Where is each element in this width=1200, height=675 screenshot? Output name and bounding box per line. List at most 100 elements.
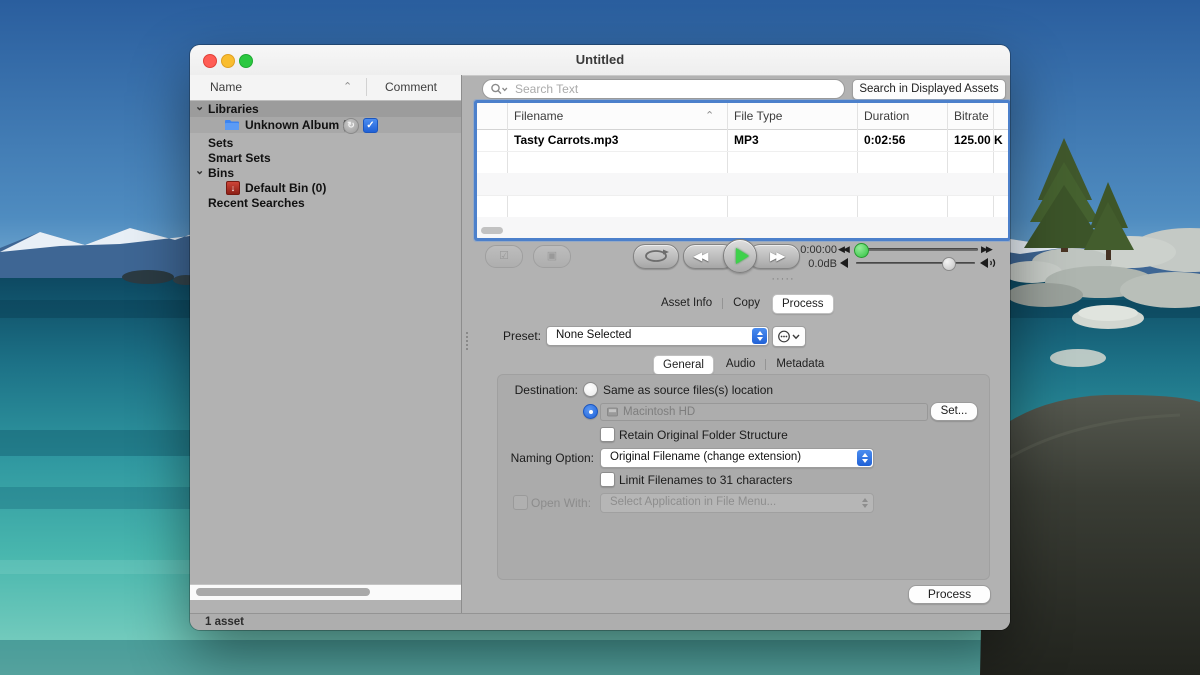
col-filename[interactable]: Filename: [514, 103, 563, 129]
checkbox-label[interactable]: Retain Original Folder Structure: [619, 428, 788, 442]
open-with-label: Open With:: [531, 496, 591, 510]
sidebar-item-recent-searches[interactable]: Recent Searches: [190, 195, 461, 211]
sidebar-item-label: Smart Sets: [208, 150, 271, 166]
naming-option-dropdown[interactable]: Original Filename (change extension): [600, 448, 874, 468]
col-duration[interactable]: Duration: [864, 103, 909, 129]
cell-filename: Tasty Carrots.mp3: [514, 129, 618, 151]
naming-option-label: Naming Option:: [490, 451, 594, 465]
divider-drag-handle[interactable]: [466, 332, 468, 334]
folder-icon: [225, 119, 239, 130]
sidebar-item-unknown-album[interactable]: Unknown Album (1) ↻ ✓: [190, 117, 461, 133]
scrollbar-thumb[interactable]: [196, 588, 370, 596]
main-tab-bar: Asset Info Copy Process: [652, 294, 834, 314]
tab-copy[interactable]: Copy: [724, 294, 769, 312]
column-comment[interactable]: Comment: [385, 80, 437, 94]
destination-custom-radio[interactable]: [583, 404, 598, 419]
sidebar-column-header[interactable]: Name ⌃ Comment: [190, 75, 461, 101]
radio-label[interactable]: Same as source files(s) location: [603, 383, 773, 397]
button-label: Set...: [941, 405, 968, 417]
disk-icon: [607, 407, 618, 417]
title-bar[interactable]: Untitled: [190, 45, 1010, 76]
sidebar-item-smart-sets[interactable]: Smart Sets: [190, 150, 461, 166]
table-header[interactable]: Filename ⌃ File Type Duration Bitrate: [477, 103, 1008, 130]
open-with-dropdown[interactable]: Select Application in File Menu...: [600, 493, 874, 513]
table-row-empty[interactable]: [477, 173, 1008, 196]
desktop: Untitled Name ⌃ Comment ⌄ Libraries Unkn…: [0, 0, 1200, 675]
chevron-down-icon[interactable]: ⌄: [195, 99, 204, 115]
search-field[interactable]: [482, 79, 845, 99]
search-displayed-assets-button[interactable]: Search in Displayed Assets: [852, 79, 1006, 100]
volume-slider-track[interactable]: [856, 262, 975, 264]
sidebar-item-libraries[interactable]: ⌄ Libraries: [190, 101, 461, 117]
sidebar-horizontal-scrollbar[interactable]: [190, 584, 461, 600]
skip-back-icon[interactable]: ◀◀: [838, 244, 848, 255]
set-button[interactable]: Set...: [930, 402, 978, 421]
sidebar: Name ⌃ Comment ⌄ Libraries Unknown Album…: [190, 75, 461, 614]
ellipsis-circle-icon: [777, 330, 801, 343]
table-row-empty[interactable]: [477, 195, 1008, 218]
play-icon: [736, 248, 749, 264]
tab-audio[interactable]: Audio: [717, 355, 764, 373]
status-bar: 1 asset: [190, 613, 1010, 630]
destination-path-field[interactable]: Macintosh HD: [600, 403, 928, 421]
table-row[interactable]: Tasty Carrots.mp3 MP3 0:02:56 125.00 K: [477, 129, 1008, 152]
sync-icon[interactable]: ↻: [343, 118, 359, 134]
skip-forward-icon[interactable]: ▶▶: [981, 244, 991, 255]
volume-slider-knob[interactable]: [942, 257, 956, 271]
open-with-checkbox[interactable]: [513, 495, 528, 510]
sidebar-item-default-bin[interactable]: ↓ Default Bin (0): [190, 180, 461, 196]
button-label: Search in Displayed Assets: [859, 83, 998, 95]
open-with-value: Select Application in File Menu...: [610, 494, 853, 511]
pane-divider[interactable]: [461, 75, 462, 614]
limit-filenames-checkbox[interactable]: [600, 472, 615, 487]
sort-asc-icon[interactable]: ⌃: [343, 80, 352, 93]
preset-dropdown[interactable]: None Selected: [546, 326, 769, 346]
chevron-down-icon[interactable]: ⌄: [195, 163, 204, 179]
table-horizontal-scrollbar-thumb[interactable]: [481, 227, 503, 234]
cell-duration: 0:02:56: [864, 129, 905, 151]
process-button[interactable]: Process: [908, 585, 991, 604]
album-checkbox[interactable]: ✓: [363, 118, 378, 133]
search-icon[interactable]: [490, 83, 508, 95]
search-input[interactable]: [513, 81, 837, 97]
column-divider[interactable]: [366, 78, 367, 96]
volume-min-icon[interactable]: [840, 258, 850, 268]
tab-separator: [765, 359, 766, 370]
button-label: Process: [928, 587, 971, 601]
destination-path: Macintosh HD: [623, 404, 695, 420]
col-bitrate[interactable]: Bitrate: [954, 103, 989, 129]
sort-asc-icon: ⌃: [705, 103, 714, 129]
preset-label: Preset:: [481, 329, 541, 343]
sidebar-item-bins[interactable]: ⌄ Bins: [190, 165, 461, 181]
sidebar-item-label: Unknown Album (1): [245, 117, 357, 133]
table-row-empty[interactable]: [477, 151, 1008, 174]
tab-metadata[interactable]: Metadata: [767, 355, 833, 373]
preset-value: None Selected: [556, 327, 748, 344]
stepper-icon: [752, 328, 767, 344]
column-name[interactable]: Name: [210, 80, 242, 94]
destination-label: Destination:: [490, 383, 578, 397]
transport-drag-handle[interactable]: ·····: [753, 273, 813, 285]
destination-same-location-radio[interactable]: [583, 382, 598, 397]
tab-asset-info[interactable]: Asset Info: [652, 294, 721, 312]
sidebar-item-sets[interactable]: Sets: [190, 135, 461, 151]
loop-button[interactable]: [633, 244, 679, 269]
sidebar-item-label: Recent Searches: [208, 195, 305, 211]
cell-bitrate: 125.00 K: [954, 129, 1003, 151]
position-slider-track[interactable]: [856, 248, 978, 251]
checkbox-label[interactable]: Limit Filenames to 31 characters: [619, 473, 792, 487]
mark-button[interactable]: ☑: [485, 245, 523, 268]
export-icon: ▣: [547, 250, 557, 262]
tab-process[interactable]: Process: [772, 294, 834, 314]
position-slider-knob[interactable]: [854, 243, 869, 258]
tab-general[interactable]: General: [653, 355, 714, 375]
checkmark-icon: ☑: [499, 250, 509, 262]
col-file-type[interactable]: File Type: [734, 103, 782, 129]
play-button[interactable]: [723, 239, 757, 273]
volume-max-icon[interactable]: [980, 257, 998, 269]
table-row-empty[interactable]: [477, 217, 1008, 238]
retain-folder-checkbox[interactable]: [600, 427, 615, 442]
preset-actions-button[interactable]: [772, 326, 806, 347]
export-button[interactable]: ▣: [533, 245, 571, 268]
asset-table[interactable]: Filename ⌃ File Type Duration Bitrate Ta…: [477, 103, 1008, 238]
